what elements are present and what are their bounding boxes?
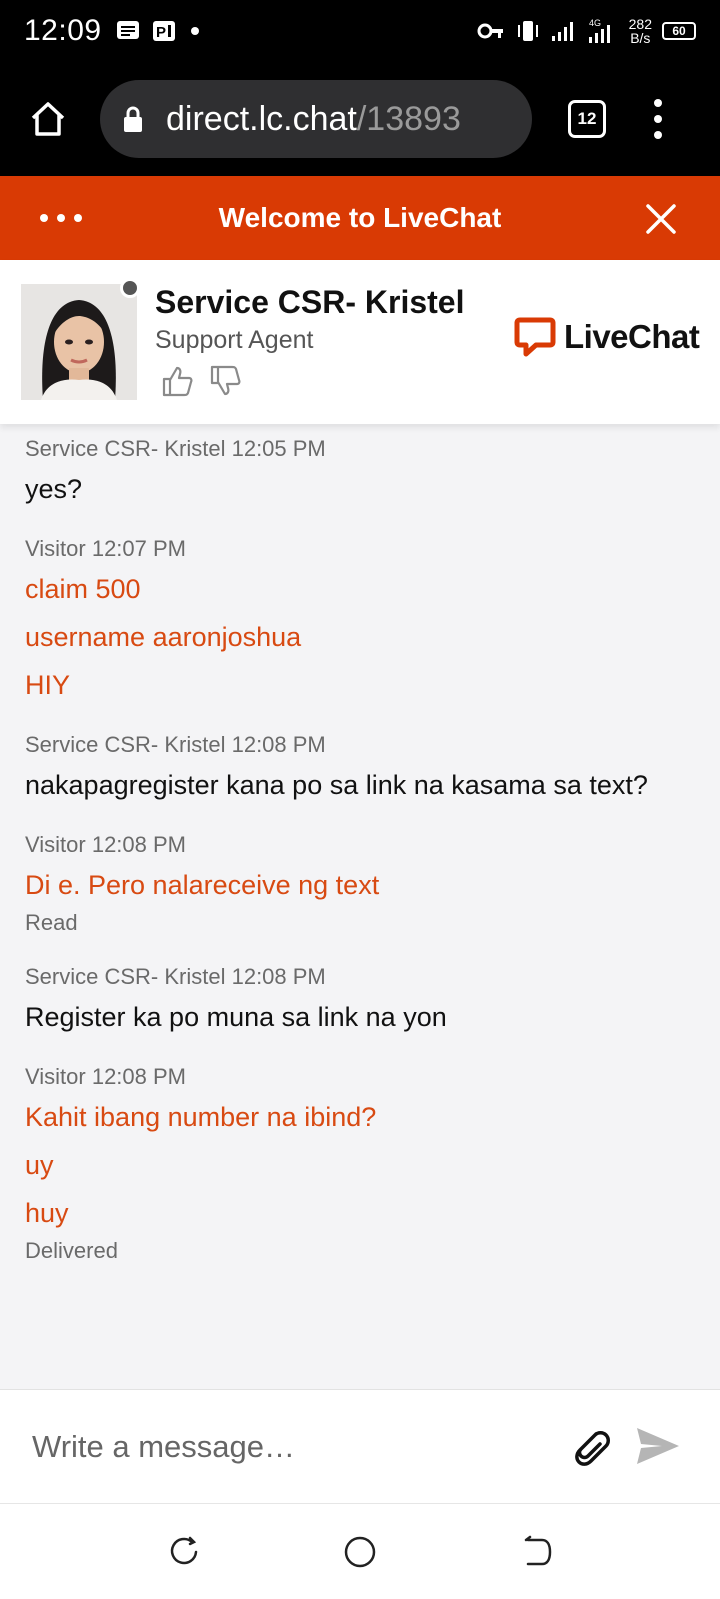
- network-4g-icon: 4G: [588, 18, 610, 43]
- network-speed: 282 B/s: [629, 17, 652, 45]
- tab-count: 12: [577, 109, 597, 128]
- signal-bars-icon: [551, 22, 573, 41]
- thumbs-up-icon[interactable]: [160, 364, 194, 398]
- message-text: claim 500: [25, 574, 141, 604]
- agent-photo: [21, 284, 137, 400]
- status-bar: 12:09 P 4G 282 B/s 60: [0, 0, 720, 62]
- browser-menu-button[interactable]: [648, 99, 668, 139]
- message-text: Kahit ibang number na ibind?: [25, 1102, 377, 1132]
- options-dot: [57, 214, 65, 222]
- svg-text:4G: 4G: [589, 18, 601, 28]
- dot-indicator-icon: [190, 27, 199, 35]
- message-composer: [0, 1389, 720, 1503]
- battery-icon: 60: [662, 22, 696, 40]
- livechat-logo-text: LiveChat: [564, 318, 700, 355]
- agent-role: Support Agent: [155, 326, 314, 354]
- read-receipt: Read: [25, 910, 78, 935]
- browser-home-button[interactable]: [18, 89, 78, 149]
- message-text: Register ka po muna sa link na yon: [25, 1002, 447, 1032]
- browser-toolbar: direct.lc.chat/13893 12: [0, 62, 720, 176]
- chat-title: Welcome to LiveChat: [218, 202, 502, 233]
- message-meta: Service CSR- Kristel 12:08 PM: [25, 964, 326, 989]
- app-notification-icon: P: [152, 21, 175, 41]
- close-icon[interactable]: [644, 202, 678, 236]
- agent-avatar: [21, 284, 137, 400]
- lock-icon: [124, 106, 142, 132]
- system-navigation-bar: [0, 1503, 720, 1599]
- address-bar[interactable]: direct.lc.chat/13893: [100, 80, 532, 158]
- message-group-visitor: Visitor 12:08 PM Kahit ibang number na i…: [25, 1064, 720, 1264]
- agent-card: Service CSR- Kristel Support Agent LiveC…: [0, 260, 720, 424]
- vibrate-icon: [517, 21, 538, 41]
- message-text: yes?: [25, 474, 83, 504]
- message-notification-icon: [116, 21, 139, 39]
- network-speed-unit: B/s: [630, 30, 651, 46]
- url-path: /13893: [356, 99, 461, 138]
- delivery-receipt: Delivered: [25, 1238, 118, 1263]
- chat-header: Welcome to LiveChat: [0, 176, 720, 260]
- message-group-visitor: Visitor 12:08 PM Di e. Pero nalareceive …: [25, 832, 720, 936]
- message-input[interactable]: [32, 1428, 532, 1465]
- home-icon: [31, 102, 65, 136]
- message-meta: Visitor 12:07 PM: [25, 536, 187, 561]
- back-icon[interactable]: [518, 1534, 554, 1570]
- message-text: Di e. Pero nalareceive ng text: [25, 870, 380, 900]
- livechat-logo-icon: [514, 317, 556, 357]
- thumbs-down-icon[interactable]: [208, 364, 242, 398]
- message-meta: Visitor 12:08 PM: [25, 1064, 187, 1089]
- home-button-icon[interactable]: [342, 1534, 378, 1570]
- svg-text:P: P: [156, 24, 166, 41]
- message-text: huy: [25, 1198, 69, 1228]
- message-meta: Service CSR- Kristel 12:05 PM: [25, 436, 326, 461]
- options-dot: [40, 214, 48, 222]
- message-group-agent: Service CSR- Kristel 12:05 PM yes?: [25, 436, 720, 508]
- agent-status-indicator: [120, 278, 140, 298]
- recent-apps-icon[interactable]: [166, 1534, 202, 1570]
- livechat-logo: LiveChat: [514, 316, 700, 358]
- message-group-agent: Service CSR- Kristel 12:08 PM Register k…: [25, 964, 720, 1036]
- options-dot: [74, 214, 82, 222]
- menu-dot: [654, 115, 662, 123]
- battery-level: 60: [672, 24, 686, 38]
- menu-dot: [654, 99, 662, 107]
- message-text: username aaronjoshua: [25, 622, 302, 652]
- message-group-agent: Service CSR- Kristel 12:08 PM nakapagreg…: [25, 732, 720, 804]
- message-text: uy: [25, 1150, 54, 1180]
- url-host: direct.lc.chat: [166, 99, 357, 138]
- attach-file-icon[interactable]: [566, 1422, 614, 1470]
- vpn-key-icon: [477, 23, 503, 39]
- message-meta: Service CSR- Kristel 12:08 PM: [25, 732, 326, 757]
- menu-dot: [654, 131, 662, 139]
- agent-name: Service CSR- Kristel: [155, 284, 465, 320]
- message-text: nakapagregister kana po sa link na kasam…: [25, 770, 648, 800]
- message-meta: Visitor 12:08 PM: [25, 832, 187, 857]
- message-text: HIY: [25, 670, 71, 700]
- send-icon[interactable]: [634, 1424, 682, 1468]
- message-group-visitor: Visitor 12:07 PM claim 500 username aaro…: [25, 536, 720, 704]
- chat-options-button[interactable]: [40, 214, 82, 222]
- message-list[interactable]: Service CSR- Kristel 12:05 PM yes? Visit…: [0, 424, 720, 1389]
- status-time: 12:09: [24, 14, 102, 47]
- tab-switcher-button[interactable]: 12: [568, 100, 606, 138]
- network-speed-value: 282: [628, 16, 652, 32]
